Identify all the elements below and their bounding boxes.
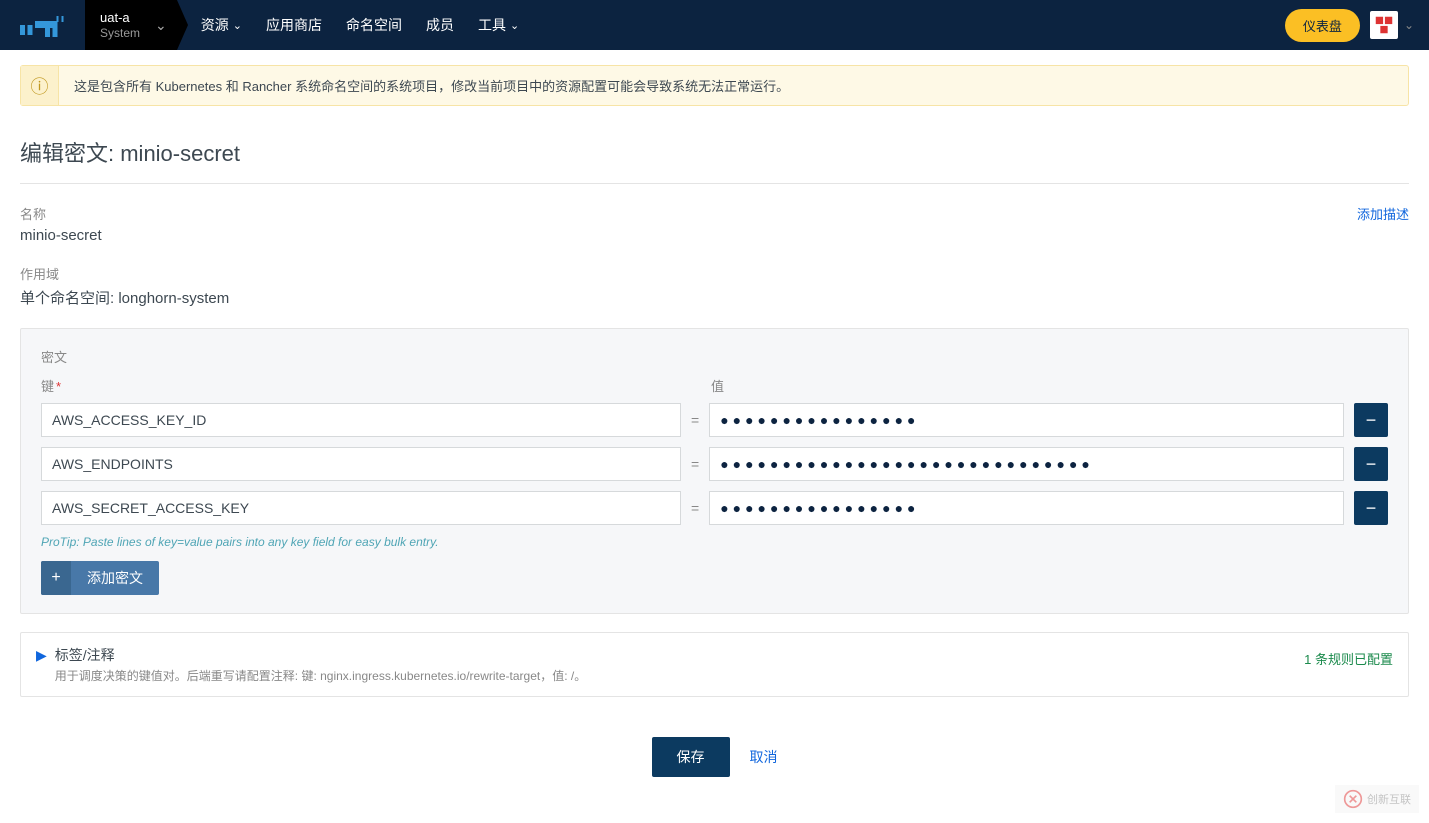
expand-icon: ▶ bbox=[36, 647, 47, 664]
remove-row-button[interactable]: − bbox=[1354, 447, 1388, 481]
secrets-section: 密文 键* 值 = − = − = − ProTip: Paste lines … bbox=[20, 328, 1409, 614]
logo[interactable] bbox=[0, 0, 85, 50]
nav-members[interactable]: 成员 bbox=[414, 0, 466, 50]
nav-namespaces[interactable]: 命名空间 bbox=[334, 0, 414, 50]
value-header: 值 bbox=[711, 376, 1388, 395]
page-title: 编辑密文: minio-secret bbox=[20, 121, 1409, 184]
name-value: minio-secret bbox=[20, 227, 102, 244]
add-description-link[interactable]: 添加描述 bbox=[1357, 204, 1409, 223]
watermark: 创新互联 bbox=[1335, 785, 1419, 813]
minus-icon: − bbox=[1366, 410, 1377, 431]
nav-resources[interactable]: 资源 ⌄ bbox=[189, 0, 254, 50]
required-marker: * bbox=[56, 379, 61, 394]
key-input[interactable] bbox=[41, 447, 681, 481]
rancher-cow-icon bbox=[15, 10, 70, 40]
project-switcher[interactable]: uat-a System ⌄ bbox=[85, 0, 177, 50]
user-menu[interactable]: ⌄ bbox=[1370, 11, 1414, 39]
equals-sign: = bbox=[691, 456, 699, 472]
remove-row-button[interactable]: − bbox=[1354, 403, 1388, 437]
value-input[interactable] bbox=[709, 403, 1344, 437]
chevron-down-icon: ⌄ bbox=[510, 19, 519, 32]
info-icon: ⓘ bbox=[21, 66, 59, 105]
plus-icon: + bbox=[41, 561, 71, 595]
chevron-down-icon: ⌄ bbox=[155, 17, 167, 34]
rules-configured-badge: 1 条规则已配置 bbox=[1304, 649, 1393, 668]
value-input[interactable] bbox=[709, 491, 1344, 525]
scope-label: 作用域 bbox=[20, 264, 1409, 283]
banner-text: 这是包含所有 Kubernetes 和 Rancher 系统命名空间的系统项目，… bbox=[59, 66, 804, 105]
name-label: 名称 bbox=[20, 204, 102, 223]
key-input[interactable] bbox=[41, 491, 681, 525]
labels-annotations-section[interactable]: ▶ 标签/注释 用于调度决策的键值对。后端重写请配置注释: 键: nginx.i… bbox=[20, 632, 1409, 697]
chevron-down-icon: ⌄ bbox=[233, 19, 242, 32]
kv-row: = − bbox=[41, 403, 1388, 437]
nav-tools[interactable]: 工具 ⌄ bbox=[466, 0, 531, 50]
chevron-down-icon: ⌄ bbox=[1404, 18, 1414, 32]
nav-resources-label: 资源 bbox=[201, 15, 229, 35]
add-secret-label: 添加密文 bbox=[71, 568, 159, 588]
protip-text: ProTip: Paste lines of key=value pairs i… bbox=[41, 535, 1388, 549]
key-input[interactable] bbox=[41, 403, 681, 437]
secrets-title: 密文 bbox=[41, 347, 1388, 366]
top-nav: uat-a System ⌄ 资源 ⌄ 应用商店 命名空间 成员 工具 ⌄ 仪表… bbox=[0, 0, 1429, 50]
kv-row: = − bbox=[41, 491, 1388, 525]
project-type: System bbox=[100, 26, 140, 40]
value-input[interactable] bbox=[709, 447, 1344, 481]
add-secret-button[interactable]: + 添加密文 bbox=[41, 561, 159, 595]
remove-row-button[interactable]: − bbox=[1354, 491, 1388, 525]
equals-sign: = bbox=[691, 412, 699, 428]
labels-description: 用于调度决策的键值对。后端重写请配置注释: 键: nginx.ingress.k… bbox=[55, 667, 1289, 684]
key-header: 键 bbox=[41, 379, 54, 394]
minus-icon: − bbox=[1366, 498, 1377, 519]
cancel-button[interactable]: 取消 bbox=[750, 747, 778, 767]
save-button[interactable]: 保存 bbox=[652, 737, 730, 777]
avatar bbox=[1370, 11, 1398, 39]
nav-tools-label: 工具 bbox=[478, 15, 506, 35]
nav-app-store[interactable]: 应用商店 bbox=[254, 0, 334, 50]
dashboard-button[interactable]: 仪表盘 bbox=[1285, 9, 1360, 42]
kv-row: = − bbox=[41, 447, 1388, 481]
warning-banner: ⓘ 这是包含所有 Kubernetes 和 Rancher 系统命名空间的系统项… bbox=[20, 65, 1409, 106]
minus-icon: − bbox=[1366, 454, 1377, 475]
labels-title: 标签/注释 bbox=[55, 645, 1289, 665]
project-name: uat-a bbox=[100, 10, 140, 26]
equals-sign: = bbox=[691, 500, 699, 516]
scope-value: 单个命名空间: longhorn-system bbox=[20, 287, 1409, 308]
